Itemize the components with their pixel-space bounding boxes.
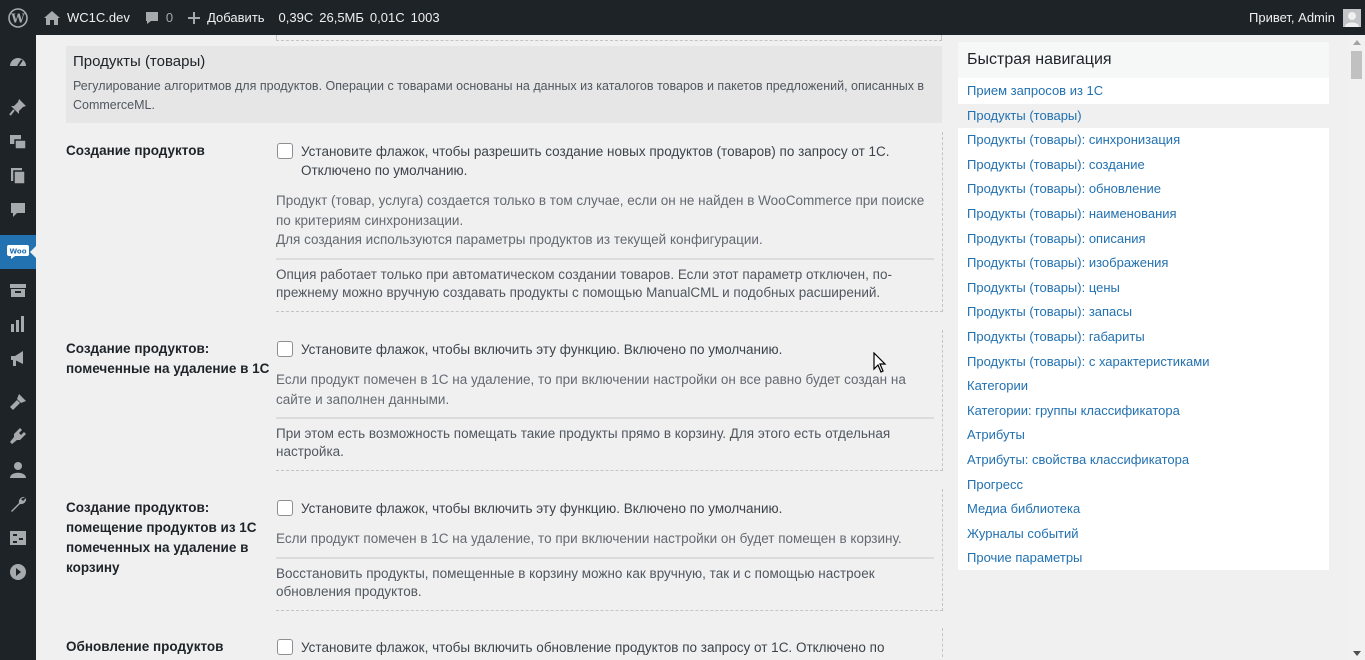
quicknav-item[interactable]: Атрибуты xyxy=(958,423,1329,448)
checkbox-label[interactable]: Установите флажок, чтобы разрешить созда… xyxy=(276,132,942,180)
section-header: Продукты (товары) Регулирование алгоритм… xyxy=(66,46,942,123)
mouse-cursor-icon xyxy=(873,351,887,377)
quicknav-item[interactable]: Продукты (товары): с характеристиками xyxy=(958,350,1329,375)
quicknav-item[interactable]: Продукты (товары): изображения xyxy=(958,251,1329,276)
stat-queries: 1003 xyxy=(410,10,440,25)
admin-bar: W WC1C.dev 0 Добавить 0,39С 26,5МБ 0,01С… xyxy=(0,0,1365,35)
stat-memory: 26,5МБ xyxy=(319,10,364,25)
quicknav-item[interactable]: Продукты (товары): описания xyxy=(958,227,1329,252)
appearance-icon[interactable] xyxy=(0,385,36,419)
quicknav-item[interactable]: Продукты (товары): обновление xyxy=(958,177,1329,202)
wordpress-logo-icon[interactable]: W xyxy=(0,0,36,35)
setting-field: Установите флажок, чтобы включить обновл… xyxy=(276,628,943,657)
comments-icon[interactable] xyxy=(0,193,36,227)
comments-count: 0 xyxy=(165,10,174,25)
products-update-checkbox[interactable] xyxy=(277,639,293,655)
quicknav-item[interactable]: Прием запросов из 1С xyxy=(958,79,1329,104)
settings-content: Продукты (товары) Регулирование алгоритм… xyxy=(58,35,951,660)
quicknav-item[interactable]: Медиа библиотека xyxy=(958,497,1329,522)
setting-description-extra: Для создания используются параметры прод… xyxy=(276,232,763,247)
new-content-label: Добавить xyxy=(207,10,265,25)
site-name: WC1C.dev xyxy=(67,10,130,25)
quicknav-item[interactable]: Прогресс xyxy=(958,473,1329,498)
checkbox-label[interactable]: Установите флажок, чтобы включить эту фу… xyxy=(276,489,942,518)
previous-field-border xyxy=(276,35,942,41)
setting-description: Продукт (товар, услуга) создается только… xyxy=(276,193,925,228)
query-stats[interactable]: 0,39С 26,5МБ 0,01С 1003 xyxy=(272,0,453,35)
stat-time: 0,39С xyxy=(278,10,314,25)
setting-note: При этом есть возможность помещать такие… xyxy=(276,417,934,470)
avatar xyxy=(1343,8,1361,27)
users-icon[interactable] xyxy=(0,453,36,487)
setting-label: Создание продуктов: помеченные на удален… xyxy=(66,341,270,376)
quicknav-item[interactable]: Прочие параметры xyxy=(958,546,1329,571)
quicknav-item[interactable]: Продукты (товары): синхронизация xyxy=(958,128,1329,153)
checkbox-text: Установите флажок, чтобы включить эту фу… xyxy=(301,501,783,516)
comments-link[interactable]: 0 xyxy=(137,0,180,35)
checkbox-label[interactable]: Установите флажок, чтобы включить обновл… xyxy=(276,628,942,657)
setting-description: Если продукт помечен в 1С на удаление, т… xyxy=(276,372,906,407)
setting-description: Если продукт помечен в 1С на удаление, т… xyxy=(276,531,902,546)
analytics-icon[interactable] xyxy=(0,307,36,341)
svg-text:W: W xyxy=(10,11,25,25)
setting-note: Восстановить продукты, помещенные в корз… xyxy=(276,556,934,610)
pages-icon[interactable] xyxy=(0,159,36,193)
quicknav-item[interactable]: Журналы событий xyxy=(958,522,1329,547)
quicknav-item[interactable]: Атрибуты: свойства классификатора xyxy=(958,448,1329,473)
quicknav-item[interactable]: Категории xyxy=(958,374,1329,399)
site-name-link[interactable]: WC1C.dev xyxy=(36,0,137,35)
quick-navigation-title: Быстрая навигация xyxy=(958,42,1329,78)
pin-icon[interactable] xyxy=(0,90,36,124)
quicknav-item[interactable]: Продукты (товары): габариты xyxy=(958,325,1329,350)
quicknav-item[interactable]: Продукты (товары): наименования xyxy=(958,202,1329,227)
setting-label: Создание продуктов xyxy=(66,143,205,158)
greeting: Привет, Admin xyxy=(1249,10,1335,25)
products-trash-deleted-checkbox[interactable] xyxy=(277,500,293,516)
quicknav-item[interactable]: Продукты (товары): создание xyxy=(958,153,1329,178)
admin-menu: Woo xyxy=(0,35,37,660)
quicknav-item[interactable]: Категории: группы классификатора xyxy=(958,399,1329,424)
setting-field: Установите флажок, чтобы разрешить созда… xyxy=(276,132,943,312)
scroll-down-arrow-icon[interactable] xyxy=(1348,646,1365,660)
tools-icon[interactable] xyxy=(0,487,36,521)
quicknav-item[interactable]: Продукты (товары): запасы xyxy=(958,300,1329,325)
setting-note: Опция работает только при автоматическом… xyxy=(276,257,934,311)
scroll-thumb[interactable] xyxy=(1351,51,1362,79)
settings-icon[interactable] xyxy=(0,521,36,555)
home-icon xyxy=(43,10,61,26)
quicknav-item-active[interactable]: Продукты (товары) xyxy=(958,103,1329,129)
checkbox-text: Установите флажок, чтобы включить эту фу… xyxy=(301,342,783,357)
collapse-icon[interactable] xyxy=(0,555,36,589)
dashboard-icon[interactable] xyxy=(0,45,36,79)
my-account-menu[interactable]: Привет, Admin xyxy=(1242,0,1365,35)
products-icon[interactable] xyxy=(0,273,36,307)
products-create-checkbox[interactable] xyxy=(277,143,293,159)
page-scrollbar[interactable] xyxy=(1348,35,1365,660)
new-content-button[interactable]: Добавить xyxy=(180,0,271,35)
checkbox-text: Установите флажок, чтобы разрешить созда… xyxy=(301,144,890,178)
quick-navigation-list: Прием запросов из 1С Продукты (товары) П… xyxy=(958,78,1329,571)
media-icon[interactable] xyxy=(0,125,36,159)
scroll-up-arrow-icon[interactable] xyxy=(1348,35,1365,49)
section-title: Продукты (товары) xyxy=(73,53,206,70)
section-description: Регулирование алгоритмов для продуктов. … xyxy=(73,79,925,112)
svg-text:Woo: Woo xyxy=(9,248,26,256)
products-create-deleted-checkbox[interactable] xyxy=(277,341,293,357)
comment-bubble-icon xyxy=(144,10,160,26)
setting-field: Установите флажок, чтобы включить эту фу… xyxy=(276,489,943,611)
woocommerce-icon[interactable]: Woo xyxy=(0,235,37,269)
quicknav-item[interactable]: Продукты (товары): цены xyxy=(958,276,1329,301)
marketing-icon[interactable] xyxy=(0,341,36,375)
checkbox-text: Установите флажок, чтобы включить обновл… xyxy=(301,640,885,655)
plus-icon xyxy=(187,11,201,25)
setting-field: Установите флажок, чтобы включить эту фу… xyxy=(276,330,943,471)
stat-query-time: 0,01С xyxy=(369,10,405,25)
setting-label: Обновление продуктов xyxy=(66,639,224,654)
setting-label: Создание продуктов: помещение продуктов … xyxy=(66,500,257,575)
quick-navigation-panel: Быстрая навигация Прием запросов из 1С П… xyxy=(958,42,1329,570)
plugins-icon[interactable] xyxy=(0,419,36,453)
checkbox-label[interactable]: Установите флажок, чтобы включить эту фу… xyxy=(276,330,942,359)
